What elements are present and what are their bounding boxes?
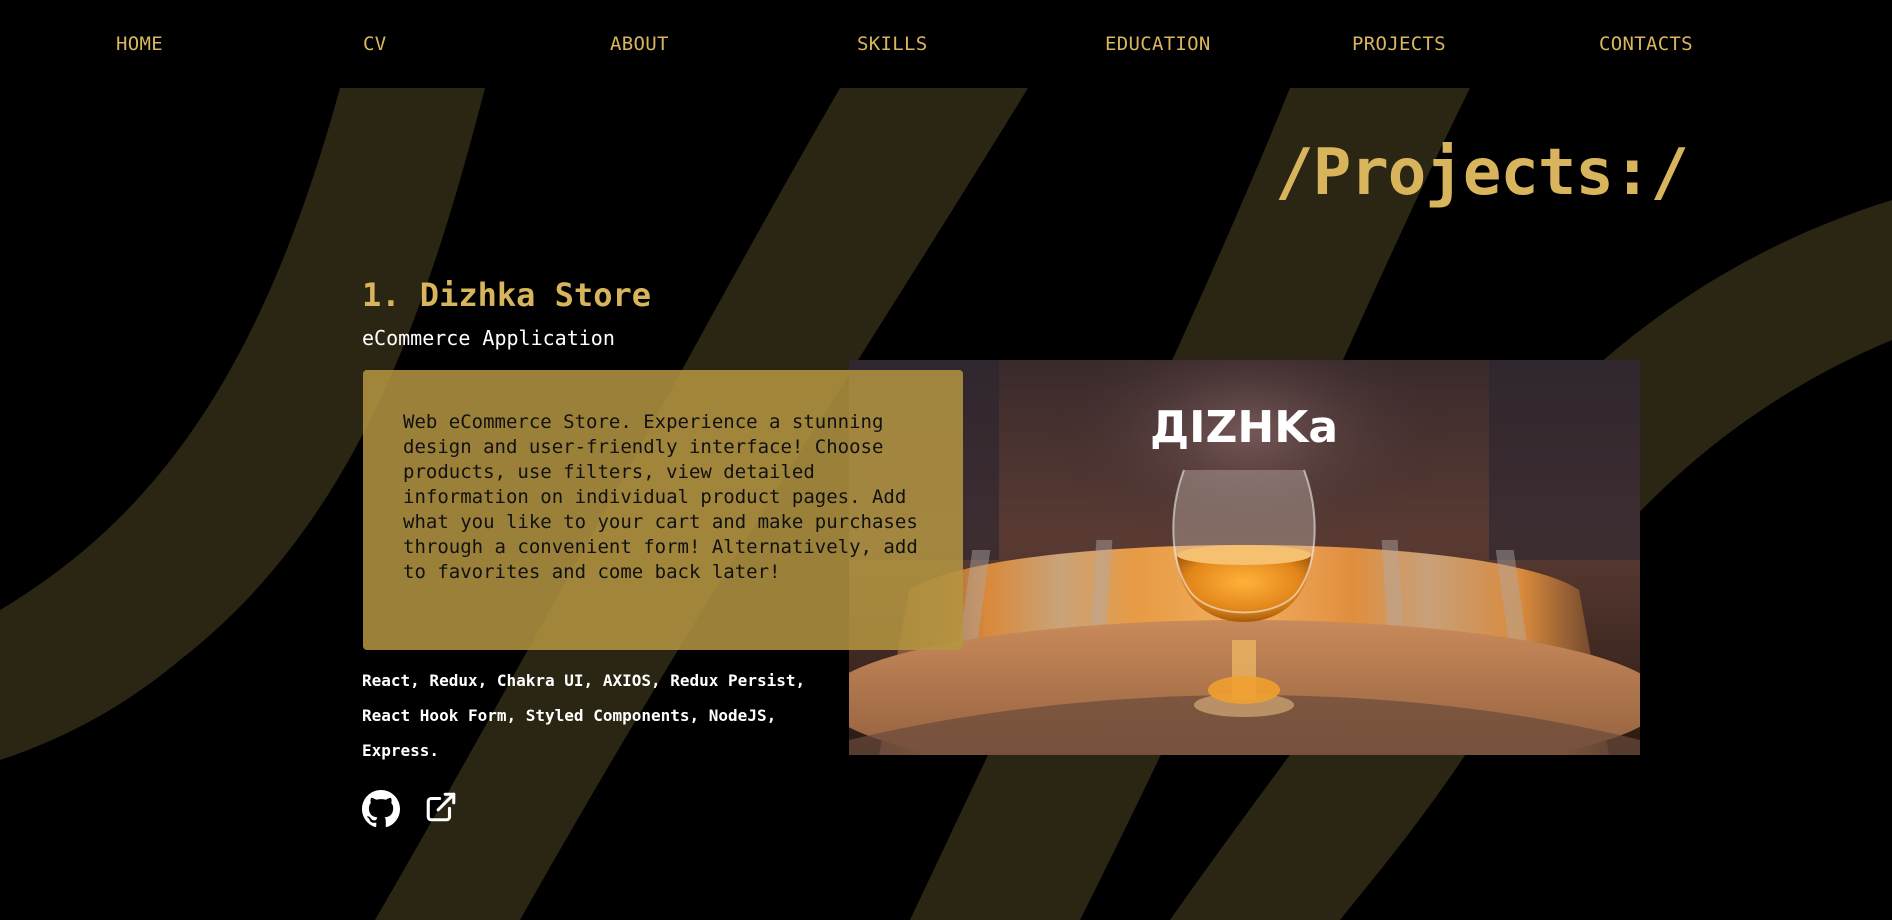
- project-description-box: Web eCommerce Store. Experience a stunni…: [363, 370, 963, 650]
- nav-item-projects[interactable]: PROJECTS: [1352, 33, 1446, 55]
- nav-item-cv[interactable]: CV: [363, 33, 386, 55]
- nav-item-education[interactable]: EDUCATION: [1105, 33, 1211, 55]
- top-navigation: HOME CV ABOUT SKILLS EDUCATION PROJECTS …: [0, 0, 1892, 88]
- nav-item-skills[interactable]: SKILLS: [857, 33, 927, 55]
- project-links: [362, 790, 462, 828]
- nav-item-about[interactable]: ABOUT: [610, 33, 669, 55]
- external-link-icon: [426, 792, 456, 822]
- github-icon: [362, 790, 400, 828]
- project-title: 1. Dizhka Store: [362, 276, 651, 314]
- project-preview-image: ДIZHKa: [849, 360, 1640, 755]
- nav-item-home[interactable]: HOME: [116, 33, 163, 55]
- page-title: /Projects:/: [1275, 136, 1689, 210]
- project-description: Web eCommerce Store. Experience a stunni…: [403, 411, 918, 583]
- nav-item-contacts[interactable]: CONTACTS: [1599, 33, 1693, 55]
- project-logo-text: ДIZHKa: [1150, 402, 1338, 453]
- project-subtitle: eCommerce Application: [362, 326, 615, 350]
- project-tech-stack: React, Redux, Chakra UI, AXIOS, Redux Pe…: [362, 671, 806, 760]
- live-demo-link[interactable]: [424, 790, 462, 828]
- github-link[interactable]: [362, 790, 400, 828]
